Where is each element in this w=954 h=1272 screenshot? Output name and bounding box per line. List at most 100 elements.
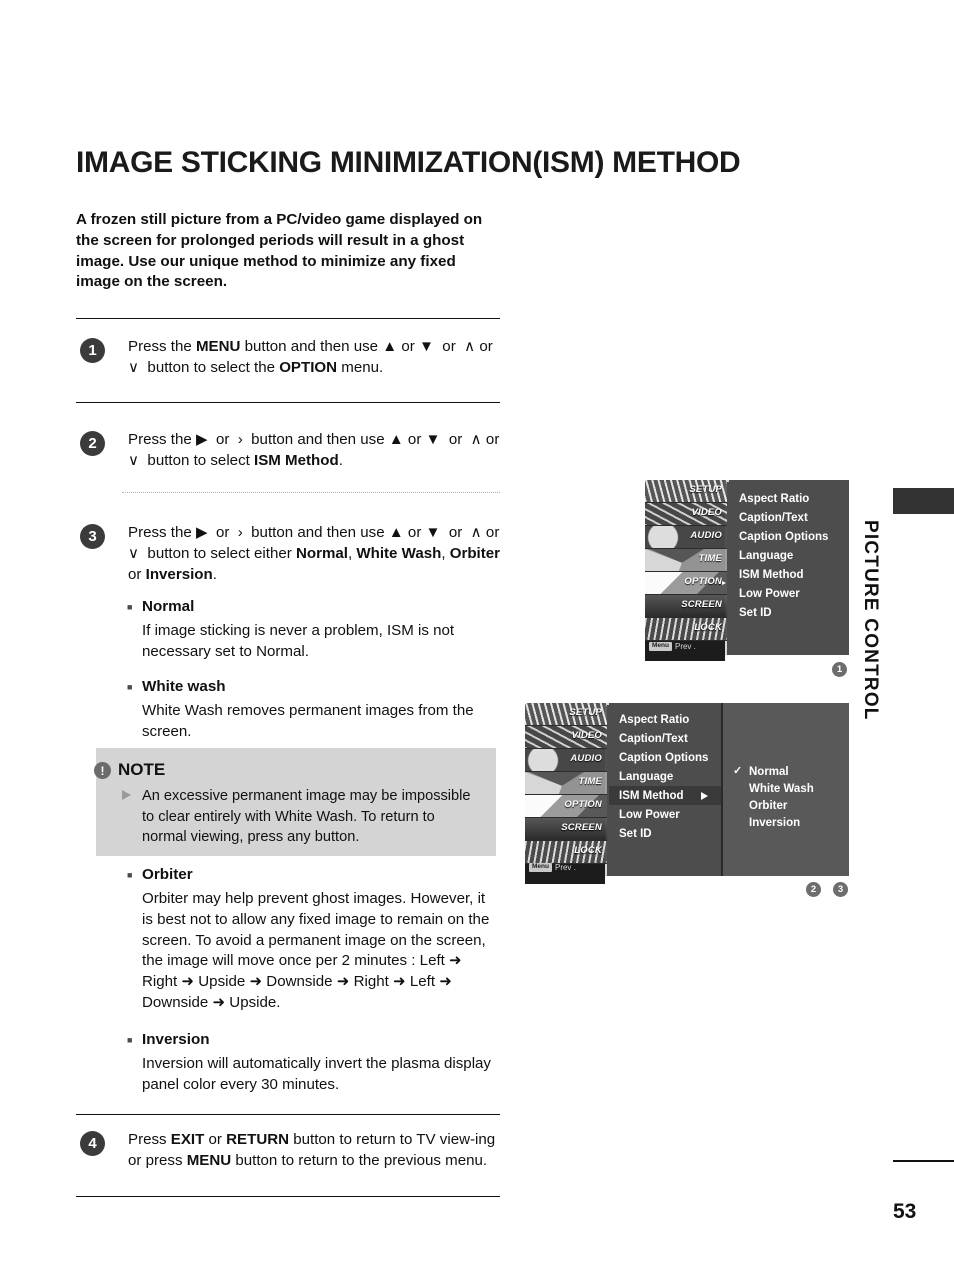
tv-menu-item-low-power[interactable]: Low Power xyxy=(729,584,849,603)
tv-menu-item-caption-text[interactable]: Caption/Text xyxy=(609,729,721,748)
tv-sidebar-item-lock[interactable]: LOCK xyxy=(645,618,727,641)
menu-chip: Menu xyxy=(649,642,672,651)
note-title: ! NOTE xyxy=(94,760,166,780)
tv-sidebar-item-setup[interactable]: SETUP xyxy=(525,703,607,726)
divider-bottom xyxy=(76,1196,500,1197)
page-number: 53 xyxy=(893,1200,917,1223)
tv-menu-item-caption-options[interactable]: Caption Options xyxy=(729,527,849,546)
divider-top xyxy=(76,318,500,319)
tv-sidebar-item-option[interactable]: OPTION xyxy=(645,572,727,595)
tv-sidebar-label: LOCK xyxy=(574,845,602,856)
tv-menu-item-label: Low Power xyxy=(739,587,800,600)
tv-sidebar-item-setup[interactable]: SETUP xyxy=(645,480,727,503)
marker-1: 1 xyxy=(832,662,847,677)
tv2-prev-badge[interactable]: Menu Prev . xyxy=(529,863,576,872)
tv-menu-item-ism-method[interactable]: ISM Method xyxy=(609,786,721,805)
tv-menu-item-ism-method[interactable]: ISM Method xyxy=(729,565,849,584)
step-3-number: 3 xyxy=(80,524,105,549)
tv-sidebar-label: OPTION xyxy=(564,799,602,810)
divider-step4-top xyxy=(76,1114,500,1115)
bullet-orbiter-text: Orbiter may help prevent ghost images. H… xyxy=(142,890,490,1011)
tv-menu-item-label: ISM Method xyxy=(739,568,804,581)
tv-menu-item-low-power[interactable]: Low Power xyxy=(609,805,721,824)
tv-sidebar-label: TIME xyxy=(698,553,722,564)
tv-sidebar-label: LOCK xyxy=(694,622,722,633)
divider-step1 xyxy=(76,402,500,403)
tv-submenu-item-label: Normal xyxy=(749,765,789,778)
tv-menu-item-aspect-ratio[interactable]: Aspect Ratio xyxy=(609,710,721,729)
section-tab-label: PICTURE CONTROL xyxy=(860,520,881,721)
bullet-orbiter-head: Orbiter xyxy=(127,866,193,883)
tv-menu-item-language[interactable]: Language xyxy=(729,546,849,565)
step-4-number: 4 xyxy=(80,1131,105,1156)
tv-menu-item-set-id[interactable]: Set ID xyxy=(729,603,849,622)
tv-sidebar-item-screen[interactable]: SCREEN xyxy=(525,818,607,841)
tv-menu-item-label: Caption/Text xyxy=(739,511,808,524)
bullet-whitewash-text: White Wash removes permanent images from… xyxy=(142,702,474,740)
tv2-submenu-list: ✓ Normal White Wash Orbiter Inversion xyxy=(721,703,849,876)
tv2-menu-list: Aspect Ratio Caption/Text Caption Options L… xyxy=(609,703,721,876)
tv-menu-item-label: Set ID xyxy=(619,827,652,840)
tv-sidebar-label: VIDEO xyxy=(691,507,722,518)
tv-sidebar-label: SCREEN xyxy=(681,599,722,610)
tv-menu-item-label: Low Power xyxy=(619,808,680,821)
tv-submenu-item-white-wash[interactable]: White Wash xyxy=(723,780,849,797)
tv-menu-item-label: Language xyxy=(739,549,794,562)
tv-sidebar-label: OPTION xyxy=(684,576,722,587)
tv1-sidebar-list: SETUP VIDEO AUDIO TIME OPTION SCREEN LOCK xyxy=(645,480,727,661)
intro-paragraph: A frozen still picture from a PC/video g… xyxy=(76,211,483,291)
tv-menu-item-label: Aspect Ratio xyxy=(619,713,690,726)
divider-step2-dotted xyxy=(122,492,500,493)
tv-menu-item-caption-text[interactable]: Caption/Text xyxy=(729,508,849,527)
tv-sidebar-item-video[interactable]: VIDEO xyxy=(645,503,727,526)
step-1-number: 1 xyxy=(80,338,105,363)
marker-2: 2 xyxy=(806,882,821,897)
step-1-text: Press the MENU button and then use ▲ or … xyxy=(128,338,493,376)
tv-sidebar-item-audio[interactable]: AUDIO xyxy=(645,526,727,549)
tv-sidebar-item-option[interactable]: OPTION xyxy=(525,795,607,818)
tv-sidebar-item-time[interactable]: TIME xyxy=(645,549,727,572)
tv-sidebar-item-lock[interactable]: LOCK xyxy=(525,841,607,864)
bullet-inversion-head: Inversion xyxy=(127,1031,209,1048)
tv1-menu-list: Aspect Ratio Caption/Text Caption Options L… xyxy=(729,480,849,655)
prev-label: Prev . xyxy=(674,642,696,651)
prev-label: Prev . xyxy=(554,863,576,872)
note-box: ! NOTE An excessive permanent image may … xyxy=(94,748,496,856)
tv-menu-item-label: Caption/Text xyxy=(619,732,688,745)
tv2-sidebar-list: SETUP VIDEO AUDIO TIME OPTION SCREEN LOCK xyxy=(525,703,607,884)
note-title-label: NOTE xyxy=(118,760,166,779)
tv-menu-item-label: Caption Options xyxy=(619,751,709,764)
step-3-text: Press the ▶ or › button and then use ▲ o… xyxy=(128,524,501,583)
footer-divider xyxy=(893,1160,954,1162)
tv-sidebar-item-time[interactable]: TIME xyxy=(525,772,607,795)
tv-sidebar-item-video[interactable]: VIDEO xyxy=(525,726,607,749)
tv-menu-item-label: Language xyxy=(619,770,674,783)
marker-3: 3 xyxy=(833,882,848,897)
note-body: An excessive permanent image may be impo… xyxy=(142,788,471,845)
tv1-sidebar: SETUP VIDEO AUDIO TIME OPTION SCREEN LOCK Menu… xyxy=(645,480,727,661)
tv-menu-item-set-id[interactable]: Set ID xyxy=(609,824,721,843)
tv2-sidebar: SETUP VIDEO AUDIO TIME OPTION SCREEN LOCK Menu… xyxy=(525,703,607,884)
tv-sidebar-item-screen[interactable]: SCREEN xyxy=(645,595,727,618)
bullet-inversion-text: Inversion will automatically invert the … xyxy=(142,1055,491,1093)
menu-chip: Menu xyxy=(529,863,552,872)
step-2-text: Press the ▶ or › button and then use ▲ o… xyxy=(128,431,500,469)
tv-submenu-item-normal[interactable]: ✓ Normal xyxy=(723,763,849,780)
bullet-whitewash-head: White wash xyxy=(127,678,225,695)
tv-sidebar-label: SCREEN xyxy=(561,822,602,833)
tv-submenu-item-orbiter[interactable]: Orbiter xyxy=(723,797,849,814)
tv-submenu-item-inversion[interactable]: Inversion xyxy=(723,814,849,831)
tv-sidebar-label: AUDIO xyxy=(570,753,602,764)
tv-menu-item-aspect-ratio[interactable]: Aspect Ratio xyxy=(729,489,849,508)
tv-sidebar-item-audio[interactable]: AUDIO xyxy=(525,749,607,772)
tv-sidebar-label: AUDIO xyxy=(690,530,722,541)
exclamation-icon: ! xyxy=(94,762,111,779)
tv-submenu-item-label: Orbiter xyxy=(749,799,788,812)
page-title: IMAGE STICKING MINIMIZATION(ISM) METHOD xyxy=(76,146,741,179)
check-icon: ✓ xyxy=(733,765,743,777)
tv1-prev-badge[interactable]: Menu Prev . xyxy=(649,642,696,651)
tv-menu-item-caption-options[interactable]: Caption Options xyxy=(609,748,721,767)
bullet-normal-head: Normal xyxy=(127,598,194,615)
chevron-right-icon xyxy=(722,581,726,585)
tv-menu-item-language[interactable]: Language xyxy=(609,767,721,786)
